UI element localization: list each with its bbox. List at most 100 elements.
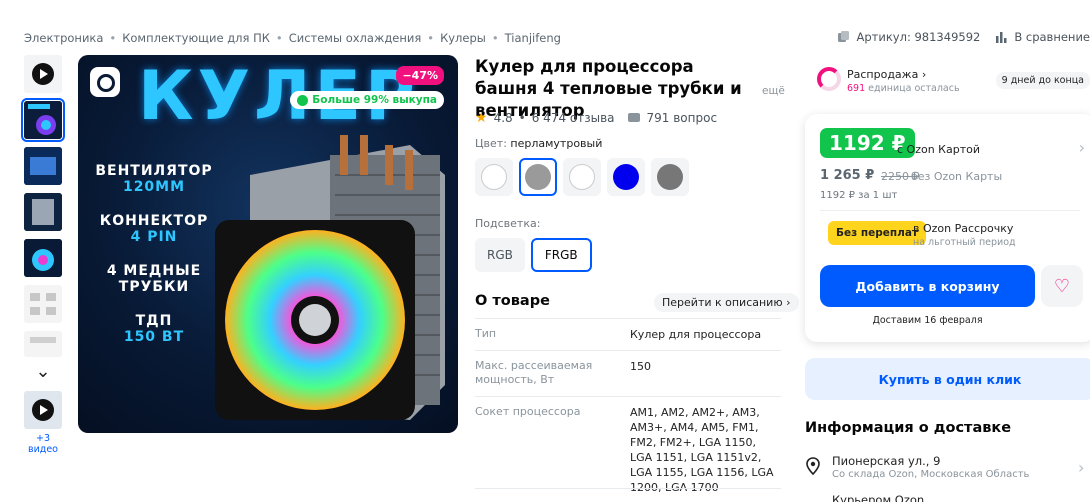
location-pin-icon [806,457,820,475]
breadcrumb-separator: • [109,31,117,45]
spec-row: Тип Кулер для процессора [475,318,781,342]
thumbnail-image [24,101,62,139]
play-icon [32,63,54,85]
spec-key: Тип [475,327,497,340]
image-specs: ВЕНТИЛЯТОР 120ММ КОННЕКТОР 4 PIN 4 МЕДНЫ… [94,163,214,363]
delivery-address[interactable]: Пионерская ул., 9 [832,454,940,468]
promo-title-text: Распродажа [847,68,919,81]
swatch-dot [569,164,595,190]
promo-count-suffix: единица осталась [865,83,960,94]
backlight-option-frgb[interactable]: FRGB [530,238,592,272]
article-label: Артикул: 981349592 [856,30,981,44]
breadcrumb-item[interactable]: Кулеры [440,31,486,45]
compare-label: В сравнение [1014,30,1090,44]
more-videos-link[interactable]: +3 видео [24,433,62,455]
breadcrumb-item[interactable]: Системы охлаждения [289,31,422,45]
swatch-dot [657,164,683,190]
promo-title: Распродажа › [847,68,927,81]
reviews-link[interactable]: 6 474 отзыва [532,111,615,125]
thumbnail[interactable] [24,239,62,277]
installment-title[interactable]: в Ozon Рассрочку [913,222,1013,235]
thumbnail[interactable] [24,193,62,231]
thumbnail-selected[interactable] [21,98,65,142]
spec-value: Кулер для процессора [630,328,762,341]
spec-row: Сокет процессора AM1, AM2, AM2+, AM3, AM… [475,396,781,495]
chevron-right-icon: › [786,296,791,309]
spec-line: ВЕНТИЛЯТОР [95,163,213,179]
color-swatches [475,158,689,196]
color-swatch[interactable] [475,158,513,196]
ozon-card-label: с Ozon Картой [897,143,980,156]
thumbnail-video[interactable] [24,55,62,93]
promo-days-badge: 9 дней до конца [995,72,1090,89]
courier-delivery[interactable]: Курьером Ozon [832,493,924,502]
cooler-illustration [215,135,445,420]
thumbnail[interactable] [24,147,62,185]
installment-subtitle: на льготный период [913,237,1016,248]
spec-line: 4 PIN [130,229,178,245]
thumbnail-image [24,147,62,185]
delivery-date: Доставим 16 февраля [872,315,983,326]
promo-remaining: 691 единица осталась [847,83,960,94]
unit-price: 1192 ₽ за 1 шт [820,190,898,201]
swatch-dot [481,164,507,190]
backlight-option-rgb[interactable]: RGB [475,238,525,272]
about-title: О товаре [475,293,550,309]
divider [820,210,1080,211]
spec-row [475,488,781,498]
regular-price: 1 265 ₽ [820,168,875,183]
thumbnail-image [24,239,62,277]
color-label: Цвет: перламутровый [475,137,602,150]
thumbnail[interactable] [24,285,62,323]
compare-icon [996,32,1007,43]
color-swatch-selected[interactable] [519,158,557,196]
article-number[interactable]: Артикул: 981349592 [837,30,981,44]
compare-button[interactable]: В сравнение [994,30,1090,44]
swatch-dot [525,164,551,190]
breadcrumb-item[interactable]: Комплектующие для ПК [122,31,270,45]
buy-one-click-button[interactable]: Купить в один клик [805,358,1090,400]
promo-count: 691 [847,83,866,94]
play-icon [32,399,54,421]
dot-separator: • [518,111,526,125]
thumbnail[interactable] [24,331,62,357]
main-product-image[interactable]: КУЛЕР −47% Больше 99% выкупа ВЕНТИЛЯТОР … [78,55,458,433]
color-label-text: Цвет: [475,137,507,150]
go-to-description-link[interactable]: Перейти к описанию › [654,293,799,312]
no-card-label: без Ozon Карты [911,170,1003,183]
copy-icon [837,31,849,42]
spec-line: 4 МЕДНЫЕ [106,263,202,279]
breadcrumb-separator: • [491,31,499,45]
check-icon [297,94,309,106]
thumbnail-image [24,285,62,323]
breadcrumb-separator: • [427,31,435,45]
color-value: перламутровый [510,137,603,150]
search-by-photo-icon[interactable] [90,67,120,97]
spec-key: Сокет процессора [475,405,581,418]
chevron-right-icon[interactable]: › [1079,138,1085,157]
discount-badge: −47% [396,66,444,85]
favorite-heart-icon[interactable]: ♡ [1041,265,1083,307]
question-icon [627,113,640,122]
questions-link[interactable]: 791 вопрос [647,111,718,125]
add-to-cart-button[interactable]: Добавить в корзину [820,265,1035,307]
sale-promo[interactable]: Распродажа › 691 единица осталась 9 дней… [815,66,1090,96]
thumbnail-video[interactable] [24,391,62,429]
chevron-down-icon[interactable]: ⌄ [24,361,62,382]
breadcrumb-item[interactable]: Электроника [24,31,103,45]
rating-value: 4.8 [493,111,513,125]
spec-line: ТРУБКИ [118,279,190,295]
thumbnail-image [24,331,62,357]
color-swatch[interactable] [651,158,689,196]
color-swatch[interactable] [563,158,601,196]
color-swatch[interactable] [607,158,645,196]
buyout-text: Больше 99% выкупа [312,94,437,106]
spec-line: 150 ВТ [123,329,185,345]
backlight-label: Подсветка: [475,217,541,230]
title-more-link[interactable]: ещё [762,85,785,97]
chevron-right-icon[interactable]: › [1078,458,1084,477]
installment-badge: Без переплат [828,221,927,245]
backlight-options: RGB FRGB [475,238,592,272]
go-to-description-label: Перейти к описанию [662,296,783,309]
breadcrumb-item[interactable]: Tianjifeng [505,31,561,45]
